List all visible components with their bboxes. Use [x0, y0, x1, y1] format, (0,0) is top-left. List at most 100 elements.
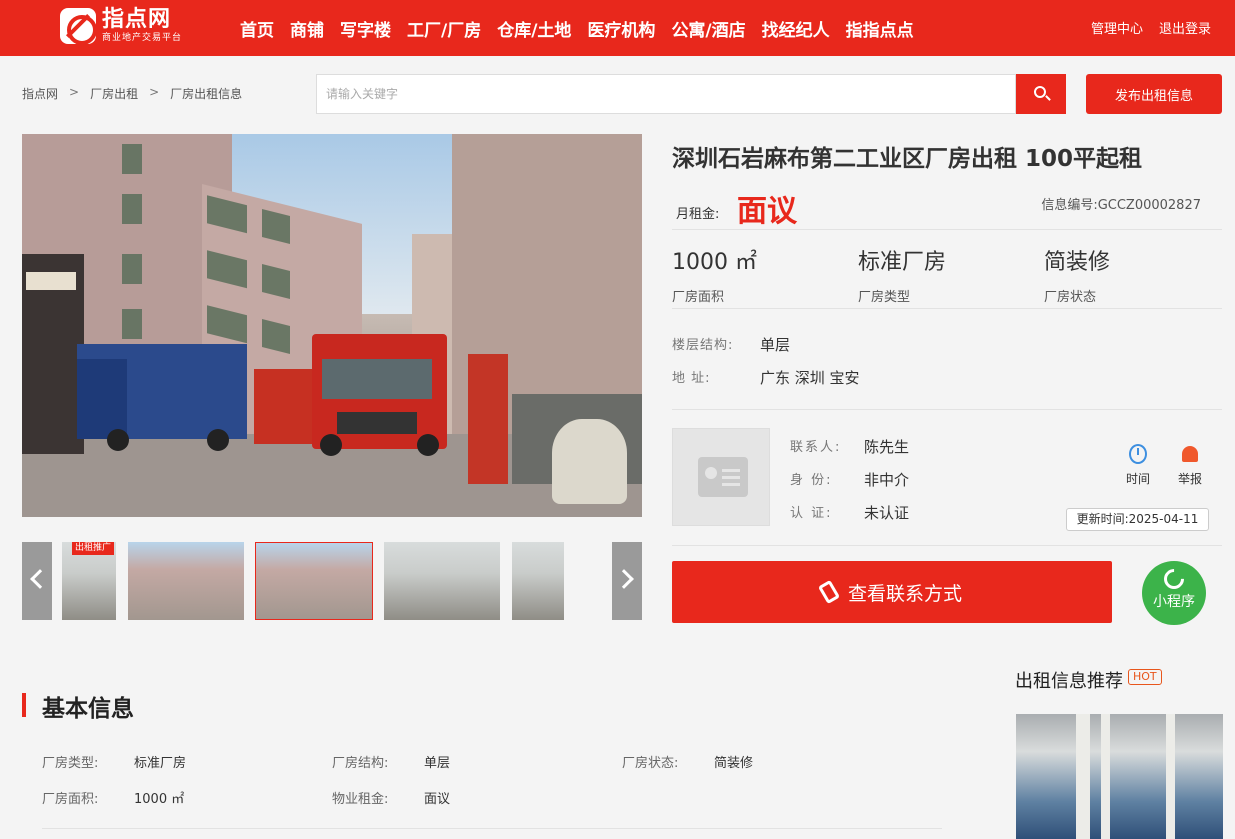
photo-truck-left [22, 254, 84, 454]
nav-item-home[interactable]: 首页 [240, 16, 274, 41]
photo-gatepost [468, 354, 508, 484]
thumbnail-next-button[interactable] [612, 542, 642, 620]
main-nav: 首页 商铺 写字楼 工厂/厂房 仓库/土地 医疗机构 公寓/酒店 找经纪人 指指… [240, 16, 930, 41]
logout-link[interactable]: 退出登录 [1159, 18, 1211, 37]
thumbnail-4[interactable] [384, 542, 500, 620]
recommend-listing-image[interactable] [1016, 714, 1223, 839]
basic-info-value: 简装修 [714, 756, 754, 771]
contact-person-value: 陈先生 [864, 438, 910, 456]
thumbnail-2[interactable] [128, 542, 244, 620]
basic-info-value: 面议 [424, 792, 451, 807]
basic-info-cell: 厂房类型: 标准厂房 [42, 752, 332, 771]
stat-area-label: 厂房面积 [672, 290, 725, 305]
address-row: 地 址: 广东 深圳 宝安 [672, 367, 860, 388]
basic-info-row: 厂房面积: 1000 ㎡ 物业租金: 面议 [42, 788, 622, 807]
time-button[interactable]: 时间 [1118, 444, 1158, 487]
chevron-right-icon [614, 569, 634, 589]
contact-avatar [672, 428, 770, 526]
breadcrumb: 指点网 > 厂房出租 > 厂房出租信息 [22, 85, 242, 102]
divider [672, 545, 1222, 546]
view-contact-button[interactable]: 查看联系方式 [672, 561, 1112, 623]
id-card-icon [698, 457, 748, 497]
info-number: 信息编号:GCCZ00002827 [1041, 198, 1201, 213]
thumbnail-badge: 出租推广 [72, 542, 115, 555]
section-accent-bar [22, 693, 26, 717]
stat-type: 标准厂房 厂房类型 [858, 244, 946, 305]
address-value: 广东 深圳 宝安 [760, 369, 860, 387]
stopwatch-icon [1129, 444, 1147, 464]
logo-title: 指点网 [102, 7, 172, 32]
contact-person-row: 联系人: 陈先生 [790, 436, 909, 457]
mini-program-button[interactable]: 小程序 [1142, 561, 1206, 625]
update-time-tooltip: 更新时间:2025-04-11 [1066, 508, 1209, 531]
basic-info-cell: 厂房状态: 简装修 [622, 752, 912, 771]
thumbnail-strip: 出租推广 [62, 542, 564, 620]
alarm-icon [1182, 446, 1198, 462]
divider [672, 308, 1222, 309]
nav-item-medical[interactable]: 医疗机构 [587, 16, 655, 41]
breadcrumb-current: 厂房出租信息 [170, 87, 243, 101]
publish-listing-button[interactable]: 发布出租信息 [1086, 74, 1222, 114]
basic-info-key: 物业租金: [332, 792, 389, 807]
stat-type-value: 标准厂房 [858, 250, 947, 275]
user-links: 管理中心 退出登录 [1075, 18, 1211, 37]
basic-info-title: 基本信息 [42, 696, 134, 722]
search-input[interactable] [316, 74, 1016, 114]
view-contact-label: 查看联系方式 [847, 582, 962, 605]
stat-status-value: 简装修 [1044, 250, 1111, 275]
divider [42, 828, 942, 829]
main-listing-photo[interactable] [22, 134, 642, 517]
basic-info-cell: 物业租金: 面议 [332, 788, 622, 807]
time-label: 时间 [1125, 472, 1150, 486]
divider [672, 229, 1222, 230]
nav-item-offices[interactable]: 写字楼 [340, 16, 391, 41]
basic-info-key: 厂房结构: [332, 756, 389, 771]
rent-value: 面议 [737, 194, 797, 229]
thumbnail-prev-button[interactable] [22, 542, 52, 620]
nav-item-warehouses[interactable]: 仓库/土地 [497, 16, 571, 41]
basic-info-value: 标准厂房 [134, 756, 187, 771]
stat-area-value: 1000 ㎡ [672, 250, 757, 275]
nav-item-shops[interactable]: 商铺 [290, 16, 324, 41]
nav-item-apartments[interactable]: 公寓/酒店 [671, 16, 745, 41]
breadcrumb-home[interactable]: 指点网 [22, 85, 58, 102]
logo-subtitle: 商业地产交易平台 [102, 33, 183, 43]
basic-info-row: 厂房类型: 标准厂房 厂房结构: 单层 厂房状态: 简装修 [42, 752, 912, 771]
report-label: 举报 [1177, 472, 1202, 486]
photo-truck-blue [77, 344, 247, 451]
basic-info-key: 厂房类型: [42, 756, 99, 771]
basic-info-cell: 厂房面积: 1000 ㎡ [42, 788, 332, 807]
breadcrumb-factory-rent[interactable]: 厂房出租 [90, 85, 138, 102]
stat-status-label: 厂房状态 [1044, 290, 1097, 305]
chevron-left-icon [30, 569, 50, 589]
top-nav-bar: 指点网 商业地产交易平台 首页 商铺 写字楼 工厂/厂房 仓库/土地 医疗机构 … [0, 0, 1235, 56]
thumbnail-3-active[interactable] [255, 542, 373, 620]
rent-label: 月租金: [676, 207, 720, 222]
report-button[interactable]: 举报 [1170, 444, 1210, 487]
breadcrumb-separator: > [69, 85, 80, 99]
basic-info-cell: 厂房结构: 单层 [332, 752, 622, 771]
mini-program-label: 小程序 [1153, 594, 1195, 610]
stat-status: 简装修 厂房状态 [1044, 244, 1110, 305]
photo-stone-lion [552, 419, 627, 504]
identity-label: 身 份: [790, 473, 833, 488]
nav-item-forum[interactable]: 指指点点 [846, 16, 914, 41]
nav-item-agents[interactable]: 找经纪人 [762, 16, 830, 41]
certification-value: 未认证 [864, 504, 910, 522]
site-logo[interactable]: 指点网 商业地产交易平台 [60, 6, 182, 46]
recommend-title: 出租信息推荐 [1015, 671, 1123, 692]
thumbnail-1[interactable]: 出租推广 [62, 542, 116, 620]
certification-label: 认 证: [790, 506, 833, 521]
admin-center-link[interactable]: 管理中心 [1091, 18, 1143, 37]
nav-item-factories[interactable]: 工厂/厂房 [407, 16, 481, 41]
contact-person-label: 联系人: [790, 440, 842, 455]
floor-value: 单层 [760, 336, 791, 354]
photo-truck-red [312, 334, 447, 456]
identity-row: 身 份: 非中介 [790, 469, 909, 490]
search-button[interactable] [1016, 74, 1066, 114]
basic-info-value: 单层 [424, 756, 451, 771]
stat-area: 1000 ㎡ 厂房面积 [672, 244, 757, 305]
basic-info-key: 厂房状态: [622, 756, 679, 771]
photo-truck-door [254, 369, 314, 444]
thumbnail-5[interactable] [512, 542, 564, 620]
